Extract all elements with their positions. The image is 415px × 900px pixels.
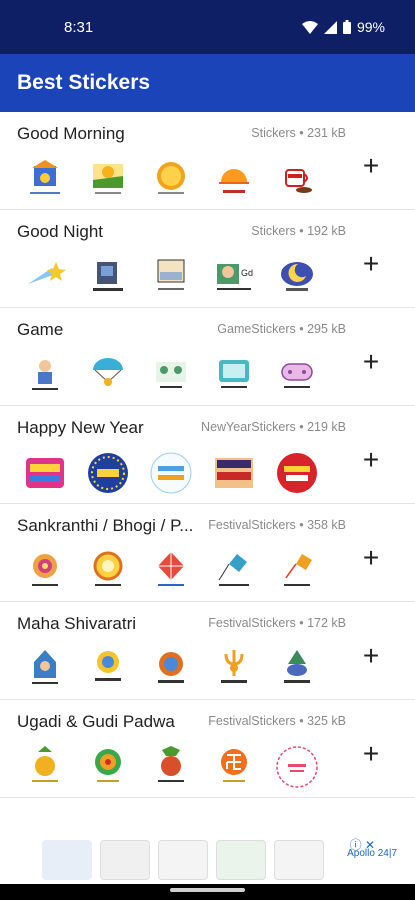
sticker-swastika-icon xyxy=(211,744,257,790)
battery-icon xyxy=(342,20,351,34)
sticker-sun-face-icon xyxy=(148,156,194,202)
sticker-previews xyxy=(22,646,320,692)
battery-percent: 99% xyxy=(356,19,385,35)
add-pack-button[interactable]: + xyxy=(355,738,387,770)
sticker-previews xyxy=(22,156,320,202)
sticker-rangoli-icon xyxy=(22,548,68,594)
cell-signal-icon xyxy=(323,20,337,34)
sticker-previews xyxy=(22,548,320,594)
sticker-sunrise-house-icon xyxy=(22,156,68,202)
svg-text:Gd: Gd xyxy=(241,268,253,278)
app-title: Best Stickers xyxy=(17,71,151,94)
wifi-icon xyxy=(301,20,318,34)
sticker-night-window-icon xyxy=(85,254,131,300)
pack-title: Good Night xyxy=(17,222,103,241)
sticker-pot-icon xyxy=(148,744,194,790)
sticker-new-year-badge-icon xyxy=(274,450,320,496)
status-time: 8:31 xyxy=(64,18,94,36)
add-pack-button[interactable]: + xyxy=(355,150,387,182)
pack-title: Happy New Year xyxy=(17,418,144,437)
add-pack-button[interactable]: + xyxy=(355,248,387,280)
pack-row[interactable]: Maha Shivaratri FestivalStickers • 172 k… xyxy=(0,602,415,700)
pack-row[interactable]: Happy New Year NewYearStickers • 219 kB … xyxy=(0,406,415,504)
system-nav-bar xyxy=(0,884,415,900)
add-pack-button[interactable]: + xyxy=(355,542,387,574)
pack-title: Sankranthi / Bhogi / P... xyxy=(17,516,194,535)
sticker-sleeping-girl-icon: Gd xyxy=(211,254,257,300)
status-icons: 99% xyxy=(301,19,385,35)
sticker-coffee-icon xyxy=(274,156,320,202)
pack-title: Good Morning xyxy=(17,124,125,143)
sticker-gamer-icon xyxy=(22,352,68,398)
ad-product-image xyxy=(42,840,92,880)
sticker-moon-cloud-icon xyxy=(274,254,320,300)
add-pack-button[interactable]: + xyxy=(355,640,387,672)
sticker-kite-fly-icon xyxy=(274,548,320,594)
pack-meta: Stickers • 192 kB xyxy=(251,224,346,238)
pack-meta: FestivalStickers • 172 kB xyxy=(208,616,346,630)
pack-row[interactable]: Game GameStickers • 295 kB + xyxy=(0,308,415,406)
ad-product-image xyxy=(216,840,266,880)
sticker-field-icon xyxy=(85,156,131,202)
ad-product-image xyxy=(158,840,208,880)
sticker-shiva-lingam-icon xyxy=(274,646,320,692)
sticker-bed-icon xyxy=(148,254,194,300)
pack-row[interactable]: Ugadi & Gudi Padwa FestivalStickers • 32… xyxy=(0,700,415,798)
sticker-new-year-globe-icon xyxy=(85,450,131,496)
sticker-flower-icon xyxy=(85,744,131,790)
ad-product-image xyxy=(100,840,150,880)
ad-brand-label: Apollo 24|7 xyxy=(347,848,397,859)
pack-meta: FestivalStickers • 325 kB xyxy=(208,714,346,728)
sticker-previews xyxy=(22,352,320,398)
sticker-controller-icon xyxy=(274,352,320,398)
pack-meta: Stickers • 231 kB xyxy=(251,126,346,140)
pack-meta: GameStickers • 295 kB xyxy=(217,322,346,336)
sticker-kite-icon xyxy=(148,548,194,594)
sticker-shooting-star-icon xyxy=(22,254,68,300)
sticker-new-year-text-icon xyxy=(148,450,194,496)
pack-row[interactable]: Good Morning Stickers • 231 kB + xyxy=(0,112,415,210)
pack-title: Ugadi & Gudi Padwa xyxy=(17,712,175,731)
ad-banner[interactable]: ⓘ ✕ Apollo 24|7 xyxy=(0,830,415,884)
status-bar: 8:31 99% xyxy=(0,0,415,54)
sticker-previews xyxy=(22,744,320,790)
sticker-floral-frame-icon xyxy=(274,744,320,790)
pack-meta: NewYearStickers • 219 kB xyxy=(201,420,346,434)
sticker-shiva-icon xyxy=(85,646,131,692)
sticker-sunrise-icon xyxy=(211,156,257,202)
sticker-new-year-board-icon xyxy=(211,450,257,496)
sticker-trident-icon xyxy=(211,646,257,692)
pack-meta: FestivalStickers • 358 kB xyxy=(208,518,346,532)
sticker-team-icon xyxy=(148,352,194,398)
sticker-kite-string-icon xyxy=(211,548,257,594)
home-gesture-handle[interactable] xyxy=(170,888,245,892)
pack-title: Maha Shivaratri xyxy=(17,614,137,633)
sticker-sun-ring-icon xyxy=(85,548,131,594)
pack-title: Game xyxy=(17,320,64,339)
app-bar: Best Stickers xyxy=(0,54,415,112)
sticker-parachute-icon xyxy=(85,352,131,398)
pack-row[interactable]: Sankranthi / Bhogi / P... FestivalSticke… xyxy=(0,504,415,602)
sticker-kalash-icon xyxy=(22,744,68,790)
add-pack-button[interactable]: + xyxy=(355,346,387,378)
ad-product-image xyxy=(274,840,324,880)
sticker-previews xyxy=(22,450,320,496)
sticker-shiva-circle-icon xyxy=(148,646,194,692)
sticker-gaming-screen-icon xyxy=(211,352,257,398)
sticker-shiva-temple-icon xyxy=(22,646,68,692)
sticker-new-year-banner-icon xyxy=(22,450,68,496)
pack-row[interactable]: Good Night Stickers • 192 kB Gd + xyxy=(0,210,415,308)
sticker-previews: Gd xyxy=(22,254,320,300)
add-pack-button[interactable]: + xyxy=(355,444,387,476)
